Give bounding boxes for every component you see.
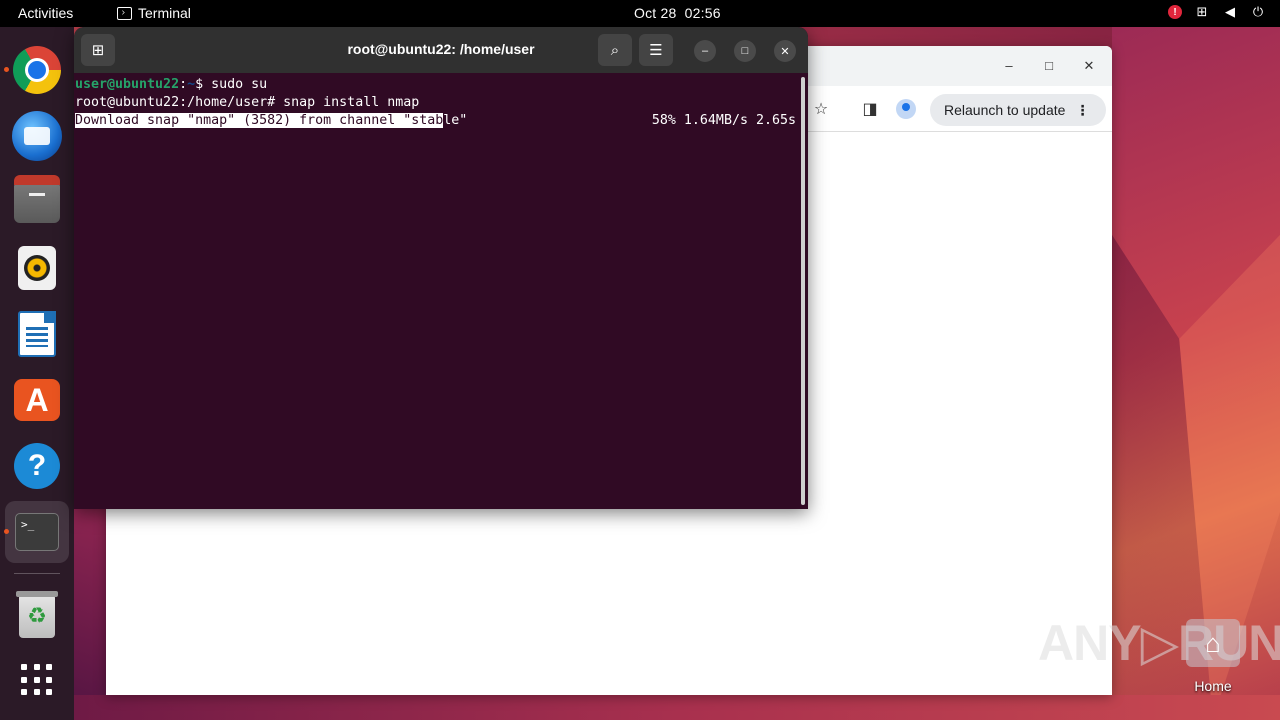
dock-files[interactable] — [5, 171, 69, 233]
close-icon[interactable]: ✕ — [1079, 56, 1099, 76]
alert-icon[interactable]: ! — [1168, 5, 1182, 19]
app-menu-label: Terminal — [138, 5, 191, 21]
dock: A ? >_ ♻ — [0, 27, 74, 720]
network-icon[interactable]: ⊞ — [1194, 4, 1210, 20]
scrollbar[interactable] — [801, 77, 805, 505]
activities-button[interactable]: Activities — [18, 5, 73, 21]
dock-app-store[interactable]: A — [5, 369, 69, 431]
terminal-small-icon — [117, 6, 132, 20]
terminal-icon: >_ — [15, 513, 59, 551]
wallpaper-strip — [74, 695, 1280, 720]
app-grid-icon — [21, 664, 53, 696]
dock-thunderbird[interactable] — [5, 105, 69, 167]
close-icon[interactable]: ✕ — [774, 40, 796, 62]
help-icon: ? — [14, 443, 60, 489]
terminal-line-3: Download snap "nmap" (3582) from channel… — [75, 113, 467, 128]
prompt-sep: : — [179, 77, 188, 92]
system-tray[interactable]: ! ⊞ ◀ ⏻ — [1168, 4, 1266, 20]
selected-text: Download snap "nmap" (3582) from channel… — [75, 113, 444, 128]
dock-terminal[interactable]: >_ — [4, 501, 69, 563]
maximize-icon[interactable]: □ — [1039, 56, 1059, 76]
anyrun-watermark: ANY▷RUN — [1038, 615, 1280, 671]
relaunch-to-update-button[interactable]: Relaunch to update ⋮ — [930, 94, 1106, 126]
thunderbird-icon — [12, 111, 62, 161]
bookmark-star-icon[interactable]: ☆ — [811, 100, 831, 120]
writer-icon — [18, 311, 56, 357]
home-label[interactable]: Home — [1182, 678, 1244, 694]
running-indicator — [4, 67, 9, 72]
dock-writer[interactable] — [5, 303, 69, 365]
maximize-icon[interactable]: □ — [734, 40, 756, 62]
profile-avatar[interactable] — [896, 99, 916, 119]
download-progress: 58% 1.64MB/s 2.65s — [651, 113, 796, 128]
minimize-icon[interactable]: – — [999, 56, 1019, 76]
files-icon — [14, 175, 60, 223]
relaunch-label: Relaunch to update — [944, 102, 1066, 118]
terminal-line-2: root@ubuntu22:/home/user# snap install n… — [75, 95, 420, 110]
app-menu[interactable]: Terminal — [117, 5, 191, 21]
line-text: le" — [443, 113, 468, 128]
terminal-headerbar[interactable]: ⊞ root@ubuntu22: /home/user ⌕ ☰ – □ ✕ — [74, 27, 808, 73]
dock-chrome[interactable] — [4, 39, 69, 101]
clock[interactable]: Oct 28 02:56 — [634, 5, 721, 21]
volume-icon[interactable]: ◀ — [1222, 4, 1238, 20]
terminal-window[interactable]: ⊞ root@ubuntu22: /home/user ⌕ ☰ – □ ✕ us… — [74, 27, 808, 509]
side-panel-icon[interactable]: ◨ — [860, 100, 880, 120]
terminal-line-1: user@ubuntu22:~$ sudo su — [75, 77, 267, 92]
app-store-icon: A — [14, 379, 60, 421]
dock-trash[interactable]: ♻ — [5, 585, 69, 647]
clock-date: Oct 28 — [634, 5, 677, 21]
chrome-icon — [13, 46, 61, 94]
dock-help[interactable]: ? — [5, 435, 69, 497]
hamburger-menu-icon[interactable]: ☰ — [639, 34, 673, 66]
power-icon[interactable]: ⏻ — [1250, 4, 1266, 20]
prompt-path: ~ — [187, 77, 196, 92]
dock-separator — [14, 573, 60, 574]
dock-rhythmbox[interactable] — [5, 237, 69, 299]
rhythmbox-icon — [18, 246, 56, 290]
trash-icon: ♻ — [16, 591, 58, 638]
home-folder-icon[interactable]: ⌂ — [1186, 619, 1240, 667]
prompt-user: user@ubuntu22 — [75, 77, 180, 92]
running-indicator — [4, 529, 9, 534]
more-menu-icon: ⋮ — [1075, 101, 1090, 118]
minimize-icon[interactable]: – — [694, 40, 716, 62]
top-bar: Activities Terminal Oct 28 02:56 ! ⊞ ◀ ⏻ — [0, 0, 1280, 27]
search-icon[interactable]: ⌕ — [598, 34, 632, 66]
clock-time: 02:56 — [684, 5, 721, 21]
show-applications-button[interactable] — [5, 649, 69, 711]
command-text: $ sudo su — [195, 77, 268, 92]
